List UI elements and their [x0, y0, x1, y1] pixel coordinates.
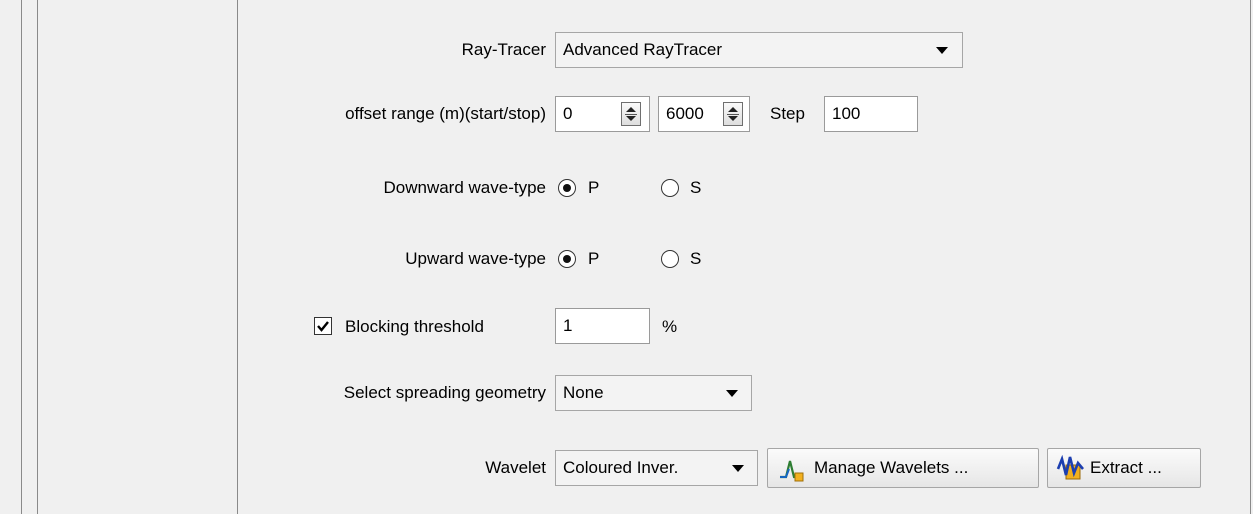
chevron-down-icon [726, 390, 738, 397]
extract-label: Extract ... [1090, 458, 1162, 477]
upward-wave-type-label: Upward wave-type [405, 249, 546, 268]
wavelet-value: Coloured Inver. [563, 458, 679, 477]
raytracer-label: Ray-Tracer [461, 40, 546, 59]
spreading-geometry-dropdown[interactable]: None [555, 375, 752, 411]
offset-stop-value: 6000 [666, 104, 704, 123]
blocking-threshold-value: 1 [563, 316, 573, 335]
wavelet-dropdown[interactable]: Coloured Inver. [555, 450, 758, 486]
upward-radio-s[interactable] [661, 250, 679, 268]
right-panel-border [1250, 0, 1251, 514]
spin-up-icon [728, 107, 738, 112]
manage-wavelets-label: Manage Wavelets ... [814, 458, 969, 477]
offset-range-label: offset range (m)(start/stop) [345, 104, 546, 123]
downward-option-p-label: P [588, 178, 600, 197]
extract-button[interactable]: Extract ... [1047, 448, 1201, 488]
downward-radio-p[interactable] [558, 179, 576, 197]
wavelet-label: Wavelet [485, 458, 546, 477]
offset-stop-spin-buttons[interactable] [723, 102, 743, 126]
raytracer-value: Advanced RayTracer [563, 40, 723, 59]
upward-radio-p[interactable] [558, 250, 576, 268]
step-value: 100 [832, 104, 861, 123]
chevron-down-icon [936, 47, 948, 54]
offset-start-spin-buttons[interactable] [621, 102, 641, 126]
blocking-threshold-label: Blocking threshold [345, 317, 484, 336]
spin-down-icon [728, 116, 738, 121]
downward-wave-type-label: Downward wave-type [383, 178, 546, 197]
offset-start-value: 0 [563, 104, 573, 123]
content-panel-border [237, 0, 238, 514]
downward-radio-s[interactable] [661, 179, 679, 197]
spin-down-icon [626, 116, 636, 121]
spreading-geometry-value: None [563, 383, 604, 402]
downward-option-s-label: S [690, 178, 702, 197]
step-label: Step [770, 104, 805, 123]
upward-option-p-label: P [588, 249, 600, 268]
manage-wavelets-button[interactable]: Manage Wavelets ... [767, 448, 1039, 488]
left-panel-inner-border [37, 0, 38, 514]
blocking-unit-label: % [662, 317, 678, 336]
checkmark-icon [317, 321, 329, 332]
spin-up-icon [626, 107, 636, 112]
wavelet-extract-icon [1056, 455, 1084, 480]
step-input[interactable]: 100 [824, 96, 918, 132]
raytracer-dropdown[interactable]: Advanced RayTracer [555, 32, 963, 68]
left-panel-border [21, 0, 22, 514]
upward-option-s-label: S [690, 249, 702, 268]
blocking-threshold-input[interactable]: 1 [555, 308, 650, 344]
blocking-threshold-checkbox[interactable] [314, 317, 332, 335]
chevron-down-icon [732, 465, 744, 472]
spreading-geometry-label: Select spreading geometry [343, 383, 546, 402]
wavelet-chart-icon [780, 460, 804, 482]
